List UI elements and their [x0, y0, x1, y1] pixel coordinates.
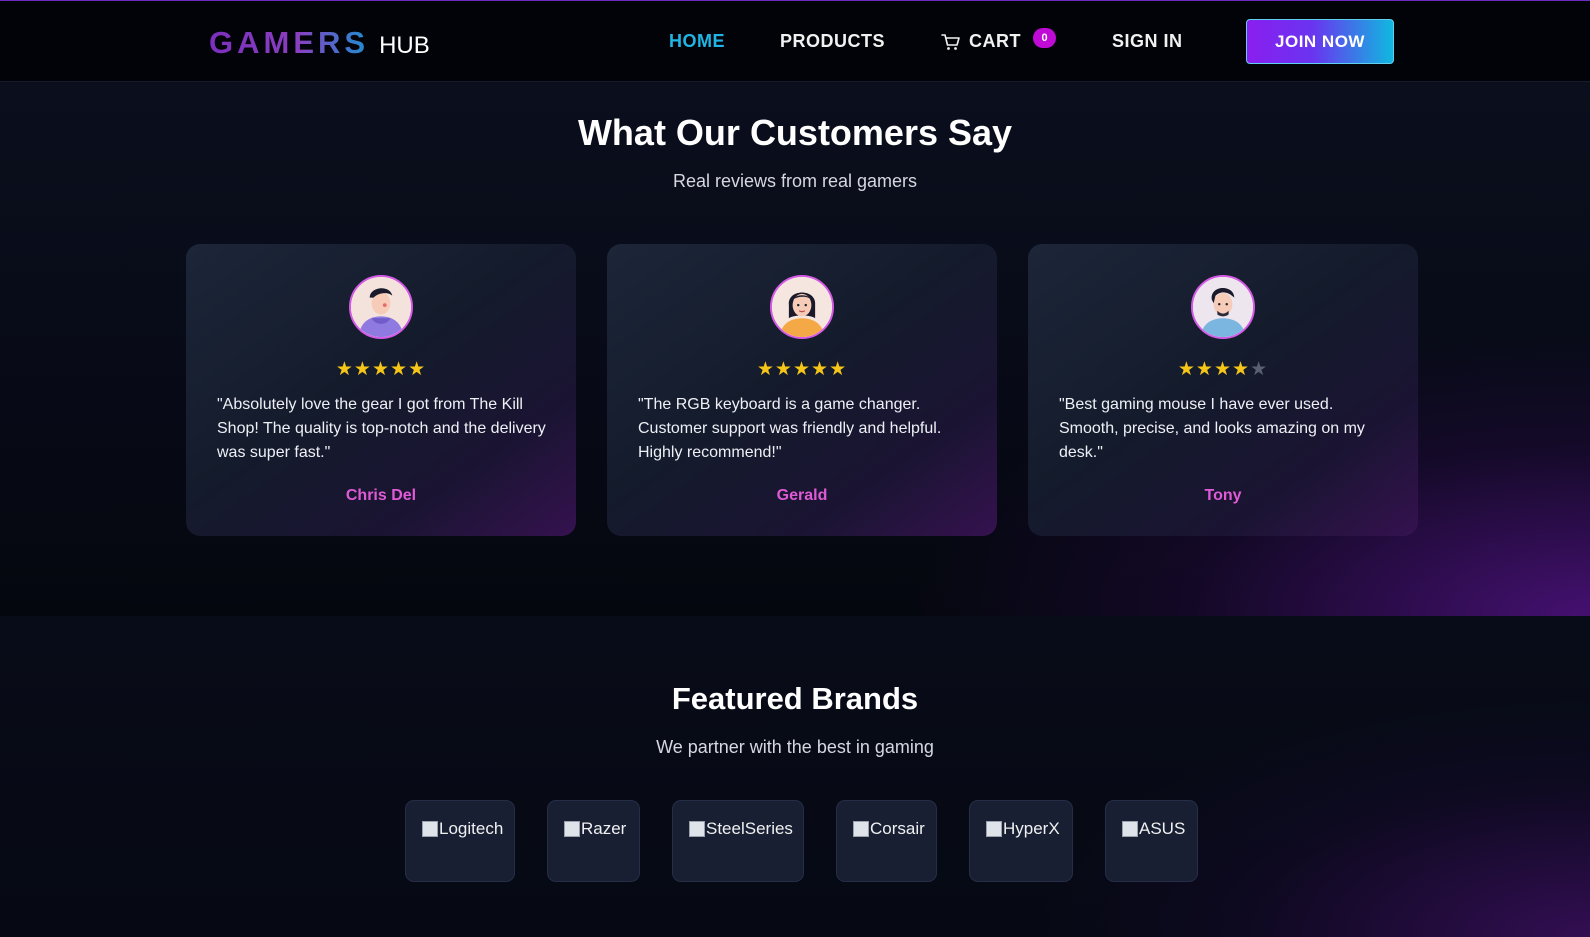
star-filled-icon: ★ — [792, 359, 812, 380]
broken-image-icon — [1122, 821, 1138, 837]
rating-stars: ★★★★★ — [607, 358, 997, 381]
star-filled-icon: ★ — [1177, 359, 1196, 380]
star-filled-icon: ★ — [774, 359, 793, 380]
broken-image-icon — [564, 821, 580, 837]
site-logo[interactable]: GAMERS HUB — [209, 25, 430, 60]
star-filled-icon: ★ — [1213, 359, 1233, 380]
review-quote: "Best gaming mouse I have ever used. Smo… — [1059, 396, 1365, 461]
brands-subtitle: We partner with the best in gaming — [656, 737, 934, 757]
star-filled-icon: ★ — [756, 359, 775, 380]
review-quote: "Absolutely love the gear I got from The… — [217, 396, 546, 461]
rating-stars: ★★★★★ — [186, 358, 576, 381]
rating-stars: ★★★★★ — [1028, 358, 1418, 381]
brand-alt-text: Logitech — [439, 819, 504, 838]
avatar-male-blue-shirt-icon — [1191, 275, 1255, 339]
nav-link-cart[interactable]: CART — [969, 31, 1021, 52]
review-quote: "The RGB keyboard is a game changer. Cus… — [638, 396, 942, 461]
top-navbar: GAMERS HUB HOME PRODUCTS CART 0 SIGN IN … — [0, 0, 1590, 82]
brand-alt-text: Corsair — [870, 819, 925, 838]
broken-image-icon — [986, 821, 1002, 837]
cart-icon[interactable] — [941, 32, 961, 52]
logo-secondary-text: HUB — [379, 32, 430, 59]
star-filled-icon: ★ — [811, 359, 830, 380]
star-filled-icon: ★ — [829, 359, 848, 380]
star-filled-icon: ★ — [335, 359, 354, 380]
reviewer-name: Gerald — [776, 487, 828, 504]
reviewer-name: Tony — [1204, 487, 1242, 504]
brand-alt-text: HyperX — [1003, 819, 1060, 838]
star-filled-icon: ★ — [1232, 359, 1251, 380]
review-card: ★★★★★ "The RGB keyboard is a game change… — [607, 244, 997, 536]
star-empty-icon: ★ — [1250, 359, 1269, 380]
brand-alt-text: Razer — [581, 819, 627, 838]
brand-logo-razer[interactable]: Razer — [547, 800, 640, 882]
brand-logo-corsair[interactable]: Corsair — [836, 800, 937, 882]
testimonials-title: What Our Customers Say — [577, 112, 1013, 153]
logo-primary-text: GAMERS — [209, 25, 370, 60]
brand-alt-text: ASUS — [1139, 819, 1186, 838]
broken-image-icon — [853, 821, 869, 837]
nav-link-products[interactable]: PRODUCTS — [780, 31, 885, 52]
nav-link-home[interactable]: HOME — [669, 31, 725, 52]
join-now-button[interactable]: JOIN NOW — [1246, 19, 1394, 64]
star-filled-icon: ★ — [390, 359, 409, 380]
brand-logo-steelseries[interactable]: SteelSeries — [672, 800, 804, 882]
avatar-male-purple-hoodie-icon — [349, 275, 413, 339]
star-filled-icon: ★ — [353, 359, 372, 380]
review-card: ★★★★★ "Best gaming mouse I have ever use… — [1028, 244, 1418, 536]
star-filled-icon: ★ — [371, 359, 391, 380]
broken-image-icon — [689, 821, 705, 837]
brand-logo-asus[interactable]: ASUS — [1105, 800, 1198, 882]
brand-logo-logitech[interactable]: Logitech — [405, 800, 515, 882]
review-card: ★★★★★ "Absolutely love the gear I got fr… — [186, 244, 576, 536]
broken-image-icon — [422, 821, 438, 837]
brand-alt-text: SteelSeries — [706, 819, 793, 838]
testimonials-subtitle: Real reviews from real gamers — [672, 171, 918, 191]
cart-count-badge: 0 — [1033, 28, 1056, 48]
star-filled-icon: ★ — [408, 359, 427, 380]
nav-link-sign-in[interactable]: SIGN IN — [1112, 31, 1183, 52]
featured-brands-section: Featured Brands We partner with the best… — [0, 616, 1590, 937]
brands-title: Featured Brands — [671, 681, 919, 716]
reviewer-name: Chris Del — [345, 487, 417, 504]
brand-logo-hyperx[interactable]: HyperX — [969, 800, 1073, 882]
avatar-female-orange-top-icon — [770, 275, 834, 339]
testimonials-section: What Our Customers Say Real reviews from… — [0, 82, 1590, 616]
star-filled-icon: ★ — [1195, 359, 1214, 380]
